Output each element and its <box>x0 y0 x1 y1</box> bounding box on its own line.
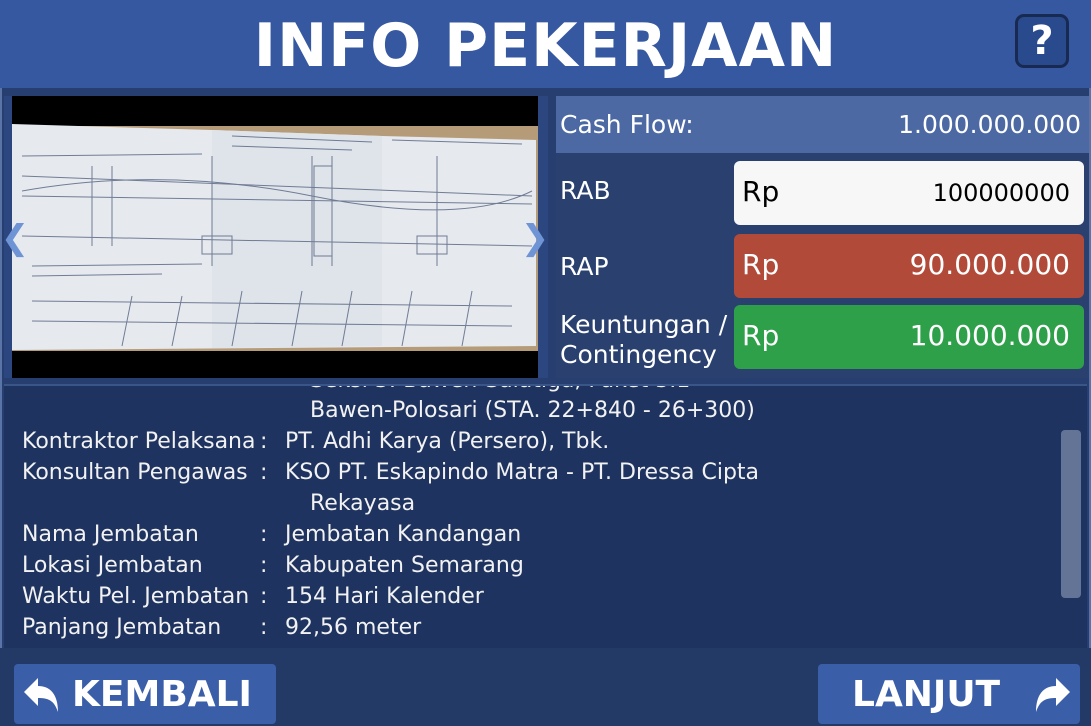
project-info-panel[interactable]: Seksi 3: Bawen-Salatiga, Paket 3.1 Bawen… <box>4 384 1087 648</box>
keuntungan-label: Keuntungan / Contingency <box>560 310 727 370</box>
info-sep: : <box>260 522 268 547</box>
info-label: Kontraktor Pelaksana <box>22 429 256 454</box>
rab-input[interactable]: Rp 100000000 <box>734 161 1084 225</box>
rab-currency: Rp <box>742 175 780 208</box>
back-button[interactable]: KEMBALI <box>14 664 276 724</box>
info-value: KSO PT. Eskapindo Matra - PT. Dressa Cip… <box>285 460 760 485</box>
info-label: Panjang Jembatan <box>22 615 222 640</box>
rap-box: Rp 90.000.000 <box>734 234 1084 298</box>
next-button[interactable]: LANJUT <box>818 664 1080 724</box>
cash-flow-value: 1.000.000.000 <box>898 110 1081 139</box>
rap-value: 90.000.000 <box>909 248 1070 281</box>
keuntungan-currency: Rp <box>742 319 780 352</box>
next-button-label: LANJUT <box>852 674 1001 715</box>
chevron-right-icon[interactable]: ❯ <box>520 218 550 258</box>
info-sep: : <box>260 615 268 640</box>
info-label: Nama Jembatan <box>22 522 199 547</box>
info-value: PT. Adhi Karya (Persero), Tbk. <box>285 429 610 454</box>
cash-flow-label: Cash Flow: <box>560 110 694 139</box>
info-sep: : <box>260 429 268 454</box>
rab-value: 100000000 <box>932 179 1070 207</box>
info-value: Kabupaten Semarang <box>285 553 524 578</box>
info-cut-line: Seksi 3: Bawen-Salatiga, Paket 3.1 <box>310 386 690 393</box>
rap-currency: Rp <box>742 248 780 281</box>
info-value-cont: Rekayasa <box>310 491 416 516</box>
bridge-drawing-photo <box>12 96 538 378</box>
info-sep: : <box>260 584 268 609</box>
rap-label: RAP <box>560 252 609 281</box>
info-label: Waktu Pel. Jembatan <box>22 584 250 609</box>
keuntungan-label-line2: Contingency <box>560 340 717 369</box>
curved-arrow-left-icon <box>24 678 58 712</box>
info-cont-line: Bawen-Polosari (STA. 22+840 - 26+300) <box>310 398 755 423</box>
rab-label: RAB <box>560 176 611 205</box>
keuntungan-label-line1: Keuntungan / <box>560 310 728 339</box>
chevron-left-icon[interactable]: ❮ <box>0 218 30 258</box>
curved-arrow-right-icon <box>1036 678 1070 712</box>
info-value: Jembatan Kandangan <box>285 522 522 547</box>
info-value: 92,56 meter <box>285 615 422 640</box>
info-label: Konsultan Pengawas <box>22 460 248 485</box>
info-scrollbar[interactable] <box>1061 430 1081 598</box>
help-button[interactable]: ? <box>1015 14 1069 68</box>
info-sep: : <box>260 460 268 485</box>
back-button-label: KEMBALI <box>72 674 252 715</box>
keuntungan-box: Rp 10.000.000 <box>734 305 1084 369</box>
page-title: INFO PEKERJAAN <box>253 11 838 81</box>
info-sep: : <box>260 553 268 578</box>
keuntungan-value: 10.000.000 <box>909 319 1070 352</box>
info-label: Lokasi Jembatan <box>22 553 203 578</box>
info-value: 154 Hari Kalender <box>285 584 484 609</box>
